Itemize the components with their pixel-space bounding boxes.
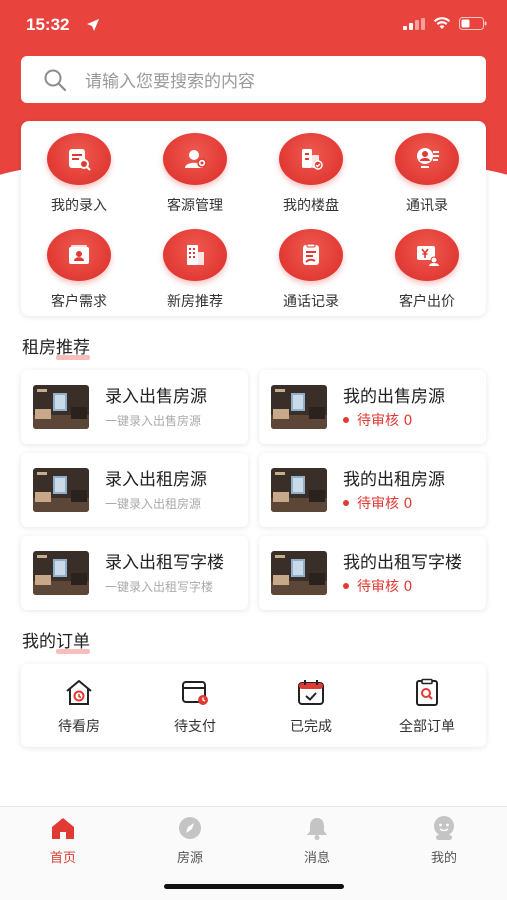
- status-dot: [343, 500, 349, 506]
- quick-action-label: 新房推荐: [167, 294, 223, 310]
- pending-review-status: 待审核 0: [343, 576, 412, 596]
- tile-title: 录入出租写字楼: [105, 553, 224, 573]
- quick-action-label: 我的楼盘: [283, 198, 339, 214]
- tile-subtitle: 一键录入出租写字楼: [105, 580, 214, 594]
- room-thumbnail: [33, 551, 89, 595]
- room-thumbnail: [33, 385, 89, 429]
- price-offer-icon: [395, 229, 459, 281]
- call-log-icon: [279, 229, 343, 281]
- tab-messages[interactable]: 消息: [254, 815, 380, 866]
- tab-home[interactable]: 首页: [0, 815, 126, 866]
- calendar-check-icon: [298, 680, 324, 705]
- tab-listings[interactable]: 房源: [127, 815, 253, 866]
- signal-icon: [403, 17, 425, 30]
- status-text: 待审核 0: [357, 579, 413, 595]
- tile-my-rent-listings[interactable]: 我的出租房源 待审核 0: [259, 453, 486, 527]
- search-input[interactable]: 请输入您要搜索的内容: [21, 56, 486, 103]
- status-dot: [343, 417, 349, 423]
- status-time: 15:32: [26, 15, 70, 34]
- quick-action-customer-needs[interactable]: 客户需求: [21, 229, 137, 311]
- battery-icon: [459, 17, 487, 30]
- tab-label: 房源: [176, 851, 203, 866]
- bell-icon: [307, 818, 327, 840]
- order-completed[interactable]: 已完成: [253, 678, 369, 736]
- status-text: 待审核 0: [357, 496, 413, 512]
- quick-action-label: 我的录入: [51, 198, 107, 214]
- user-gear-icon: [163, 133, 227, 185]
- tile-enter-office-rent[interactable]: 录入出租写字楼 一键录入出租写字楼: [21, 536, 248, 610]
- customer-folder-icon: [47, 229, 111, 281]
- room-thumbnail: [271, 468, 327, 512]
- order-label: 待看房: [58, 719, 100, 735]
- pending-review-status: 待审核 0: [343, 410, 412, 430]
- tile-title: 我的出租房源: [343, 470, 445, 490]
- pending-review-status: 待审核 0: [343, 493, 412, 513]
- new-building-icon: [163, 229, 227, 281]
- tile-title: 录入出租房源: [105, 470, 207, 490]
- tile-enter-sale-listing[interactable]: 录入出售房源 一键录入出售房源: [21, 370, 248, 444]
- section-title-highlight: 订单: [56, 632, 90, 652]
- tile-title: 录入出售房源: [105, 387, 207, 407]
- order-search-icon: [416, 678, 438, 706]
- document-search-icon: [47, 133, 111, 185]
- quick-action-customer-offer[interactable]: 客户出价: [369, 229, 485, 311]
- tile-my-office-rent[interactable]: 我的出租写字楼 待审核 0: [259, 536, 486, 610]
- quick-action-contacts[interactable]: 通讯录: [369, 133, 485, 215]
- wallet-clock-icon: [182, 681, 208, 705]
- order-all[interactable]: 全部订单: [369, 678, 485, 736]
- search-icon: [44, 69, 67, 91]
- tab-label: 我的: [430, 851, 457, 866]
- search-placeholder: 请输入您要搜索的内容: [85, 72, 255, 92]
- section-title-prefix: 租房: [22, 338, 56, 358]
- status-bar: 15:32: [0, 0, 507, 52]
- location-arrow-icon: [87, 19, 99, 31]
- tile-subtitle: 一键录入出租房源: [105, 497, 202, 511]
- tab-label: 首页: [49, 851, 76, 866]
- section-title-my-orders: 我的订单: [22, 627, 90, 652]
- quick-action-label: 客源管理: [167, 198, 223, 214]
- tile-title: 我的出售房源: [343, 387, 445, 407]
- room-thumbnail: [33, 468, 89, 512]
- quick-action-call-log[interactable]: 通话记录: [253, 229, 369, 311]
- room-thumbnail: [271, 385, 327, 429]
- tile-subtitle: 一键录入出售房源: [105, 414, 202, 428]
- house-clock-icon: [66, 680, 92, 705]
- order-label: 已完成: [290, 719, 332, 735]
- tile-enter-rent-listing[interactable]: 录入出租房源 一键录入出租房源: [21, 453, 248, 527]
- order-pending-viewing[interactable]: 待看房: [21, 678, 137, 736]
- quick-action-my-entries[interactable]: 我的录入: [21, 133, 137, 215]
- compass-icon: [179, 817, 201, 839]
- section-title-prefix: 我的: [22, 632, 56, 652]
- quick-action-label: 通讯录: [406, 198, 448, 214]
- tab-label: 消息: [303, 851, 330, 866]
- order-label: 全部订单: [399, 719, 455, 735]
- home-indicator: [164, 884, 344, 889]
- home-icon: [52, 818, 74, 839]
- profile-icon: [434, 816, 454, 840]
- quick-action-new-house-recommend[interactable]: 新房推荐: [137, 229, 253, 311]
- section-title-rent-recommend: 租房推荐: [22, 333, 90, 358]
- section-title-highlight: 推荐: [56, 338, 90, 358]
- tab-mine[interactable]: 我的: [381, 815, 507, 866]
- building-check-icon: [279, 133, 343, 185]
- orders-card: 待看房 待支付 已完成 全部订单: [21, 664, 486, 747]
- tile-my-sale-listings[interactable]: 我的出售房源 待审核 0: [259, 370, 486, 444]
- room-thumbnail: [271, 551, 327, 595]
- order-label: 待支付: [174, 719, 216, 735]
- status-dot: [343, 583, 349, 589]
- status-text: 待审核 0: [357, 413, 413, 429]
- quick-action-my-buildings[interactable]: 我的楼盘: [253, 133, 369, 215]
- wifi-icon: [433, 17, 451, 29]
- order-pending-payment[interactable]: 待支付: [137, 678, 253, 736]
- contacts-icon: [395, 133, 459, 185]
- quick-action-label: 客户出价: [399, 294, 455, 310]
- tile-title: 我的出租写字楼: [343, 553, 462, 573]
- quick-action-customer-management[interactable]: 客源管理: [137, 133, 253, 215]
- quick-actions-card: 我的录入 客源管理 我的楼盘 通讯录 客户需求 新房推荐 通话记录 客户出价: [21, 121, 486, 316]
- quick-action-label: 通话记录: [283, 294, 339, 310]
- quick-action-label: 客户需求: [51, 294, 107, 310]
